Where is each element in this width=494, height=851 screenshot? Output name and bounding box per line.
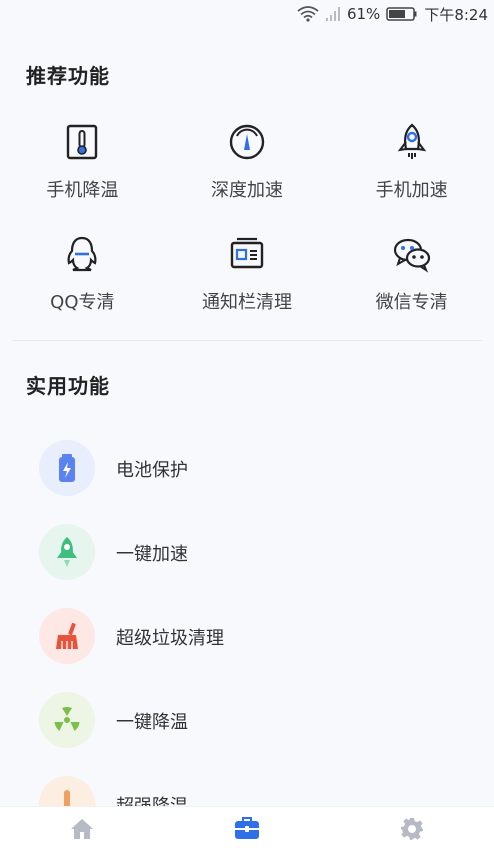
home-icon (71, 819, 94, 839)
wifi-icon (297, 6, 319, 22)
list-item-one-key-cooling[interactable]: 一键降温 (0, 678, 494, 762)
clock: 下午8:24 (424, 5, 488, 24)
rocket-icon (57, 537, 77, 567)
grid-item-label: 通知栏清理 (201, 292, 292, 313)
wechat-icon (393, 238, 430, 273)
thermometer-icon (67, 124, 98, 160)
list-item-icon-bg (39, 608, 95, 664)
notification-card-icon (230, 237, 264, 269)
recommended-title: 推荐功能 (26, 64, 110, 88)
grid-item-label: 手机降温 (46, 180, 119, 201)
practical-list: 电池保护 一键加速 超级垃圾清理 一键降温 (0, 426, 494, 846)
grid-item-label: 深度加速 (210, 180, 283, 201)
list-item-label: 一键加速 (116, 544, 188, 565)
list-item-battery-protection[interactable]: 电池保护 (0, 426, 494, 510)
fan-icon (54, 707, 80, 731)
list-item-icon-bg (39, 524, 95, 580)
list-item-one-key-boost[interactable]: 一键加速 (0, 510, 494, 594)
battery-percent: 61% (346, 5, 381, 23)
grid-item-wechat-clean[interactable]: 微信专清 (329, 226, 494, 338)
qq-penguin-icon (67, 236, 97, 272)
broom-icon (56, 622, 78, 649)
grid-item-qq-clean[interactable]: QQ专清 (0, 226, 165, 338)
tab-home[interactable] (62, 809, 102, 849)
list-item-icon-bg (39, 440, 95, 496)
grid-item-notification-clean[interactable]: 通知栏清理 (165, 226, 330, 338)
section-divider (12, 340, 482, 341)
list-item-label: 一键降温 (116, 712, 188, 733)
grid-item-phone-boost[interactable]: 手机加速 (329, 114, 494, 226)
signal-icon (325, 7, 340, 21)
speedometer-icon (229, 124, 265, 160)
grid-item-label: 手机加速 (375, 180, 448, 201)
list-item-icon-bg (39, 692, 95, 748)
grid-item-deep-boost[interactable]: 深度加速 (165, 114, 330, 226)
bottom-tab-bar (0, 806, 494, 851)
recommended-grid: 手机降温 深度加速 手机加速 QQ专清 通知栏清理 微信专清 (0, 114, 494, 338)
grid-item-phone-cooling[interactable]: 手机降温 (0, 114, 165, 226)
battery-icon (59, 454, 75, 482)
tab-settings[interactable] (392, 809, 432, 849)
status-bar: 61% 下午8:24 (0, 0, 494, 28)
grid-item-label: 微信专清 (375, 292, 448, 313)
battery-icon (386, 7, 417, 21)
list-item-junk-clean[interactable]: 超级垃圾清理 (0, 594, 494, 678)
list-item-label: 电池保护 (116, 460, 188, 481)
grid-item-label: QQ专清 (50, 292, 115, 313)
practical-title: 实用功能 (26, 374, 110, 398)
rocket-icon (397, 123, 426, 159)
gear-icon (400, 818, 423, 840)
tab-toolbox[interactable] (227, 809, 267, 849)
list-item-label: 超级垃圾清理 (116, 628, 224, 649)
toolbox-icon (234, 817, 259, 839)
